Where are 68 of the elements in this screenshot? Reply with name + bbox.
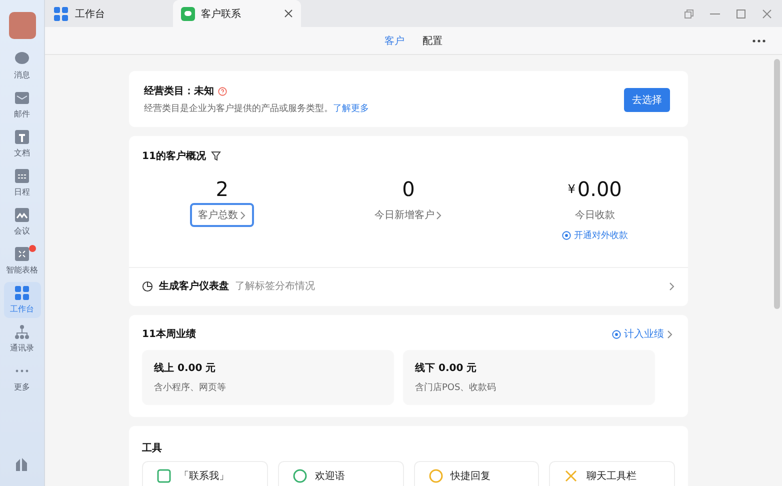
window-tab[interactable]: 工作台 [45, 0, 173, 27]
overview-title: 11的客户概况 [142, 149, 206, 163]
avatar-placeholder[interactable] [8, 12, 36, 39]
performance-title: 11本周业绩 [142, 328, 197, 341]
window-tab[interactable]: 客户联系 [173, 0, 301, 27]
grid-icon [14, 285, 30, 301]
sidebar-item[interactable]: 智能表格 [4, 243, 40, 279]
sidebar-item[interactable]: 会议 [4, 204, 40, 240]
contacts-icon [14, 324, 30, 340]
doc-icon [14, 129, 30, 145]
chat-icon [181, 6, 195, 20]
tool-card[interactable]: 欢迎语 [278, 461, 404, 486]
performance-note: 含小程序、网页等 [154, 382, 227, 394]
stat-value: 0 [402, 177, 415, 201]
chat-icon [14, 51, 30, 67]
calendar-icon [14, 168, 30, 184]
performance-amount: 线下 0.00 元 [415, 362, 478, 375]
close-icon[interactable] [284, 9, 293, 18]
chevron-right-icon [669, 282, 675, 290]
add-performance-link[interactable]: 计入业绩 [624, 327, 664, 341]
chevron-right-icon [436, 210, 442, 220]
mail-icon [14, 90, 30, 106]
chevron-right-icon [240, 210, 246, 220]
sidebar-item[interactable]: 日程 [4, 165, 40, 201]
enable-payment-link[interactable]: 开通对外收款 [574, 229, 628, 242]
stat-label-button[interactable]: 今日新增客户 [366, 203, 450, 227]
sidebar-item[interactable]: 消息 [4, 48, 40, 84]
sidebar-item[interactable]: 更多 [4, 360, 40, 396]
select-button[interactable]: 去选择 [624, 88, 670, 112]
currency-symbol: ¥ [568, 182, 576, 196]
restore-window-icon[interactable] [684, 8, 694, 18]
sidebar-item[interactable]: 工作台 [4, 282, 40, 318]
sheet-icon [14, 246, 30, 262]
learn-more-link[interactable]: 了解更多 [333, 102, 369, 115]
filter-icon[interactable] [210, 151, 221, 161]
plus-circle-icon [612, 330, 621, 338]
more-icon[interactable] [752, 39, 766, 43]
stat-value: 0.00 [577, 177, 622, 201]
stat-label-button[interactable]: 客户总数 [190, 203, 254, 227]
dashboard-title: 生成客户仪表盘 [159, 279, 229, 293]
performance-amount: 线上 0.00 元 [154, 362, 217, 375]
stat-value: 2 [216, 177, 229, 201]
dashboard-subtitle: 了解标签分布情况 [235, 280, 316, 293]
sidebar-item[interactable]: 邮件 [4, 87, 40, 123]
tool-card[interactable]: 快捷回复 [414, 461, 540, 486]
sidebar-item[interactable]: 文档 [4, 126, 40, 162]
sidebar-item[interactable]: 通讯录 [4, 321, 40, 357]
close-icon[interactable] [762, 8, 772, 18]
meeting-icon [14, 207, 30, 223]
more-icon [15, 369, 29, 373]
dashboard-row[interactable]: 生成客户仪表盘 了解标签分布情况 [129, 267, 688, 306]
grid-icon [53, 6, 69, 22]
nav-tab[interactable]: 配置 [422, 34, 442, 48]
tool-card[interactable]: 「联系我」 [142, 461, 268, 486]
plus-circle-icon [562, 231, 571, 240]
tools-title: 工具 [142, 443, 162, 454]
stat-label-button[interactable]: 今日收款 [566, 203, 623, 227]
performance-note: 含门店POS、收款码 [415, 382, 498, 394]
nav-tab[interactable]: 客户 [384, 34, 404, 48]
minimize-icon[interactable] [710, 12, 720, 14]
maximize-icon[interactable] [736, 8, 746, 18]
pie-chart-icon [142, 280, 153, 292]
tool-card[interactable]: 聊天工具栏 [549, 461, 675, 486]
scrollbar[interactable] [774, 59, 780, 309]
category-description: 经营类目是企业为客户提供的产品或服务类型。 [144, 102, 333, 115]
category-title: 经营类目：未知 [144, 84, 214, 98]
help-icon[interactable] [218, 86, 227, 96]
chevron-right-icon [667, 330, 673, 338]
